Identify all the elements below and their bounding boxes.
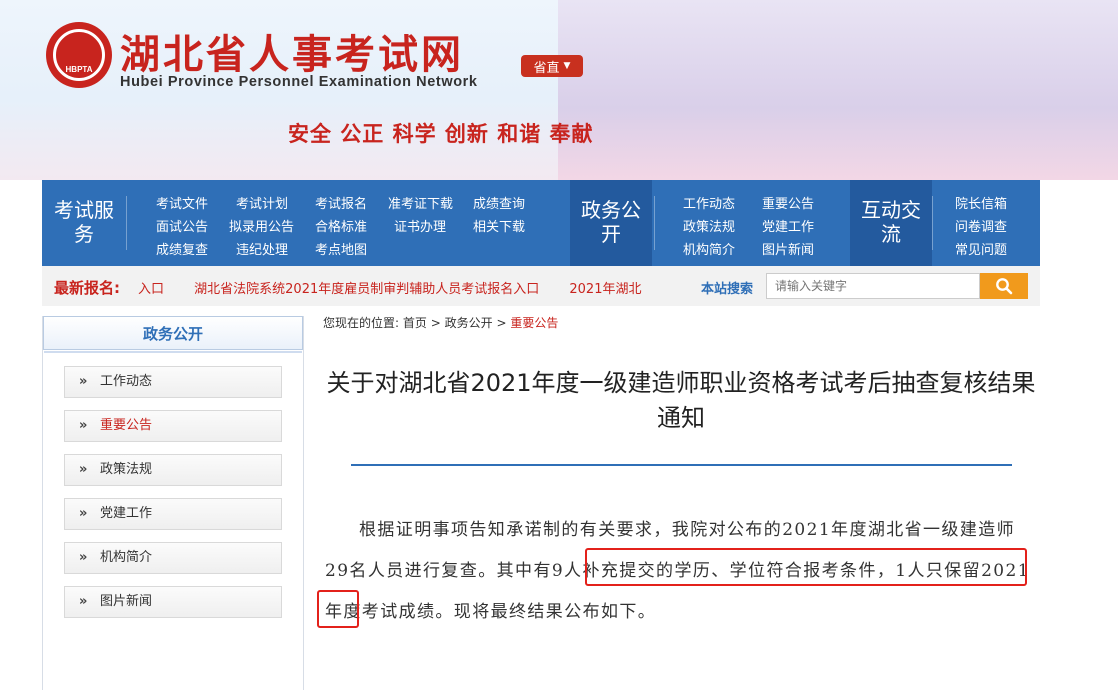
- nav-link[interactable]: 面试公告: [156, 216, 208, 235]
- nav-link[interactable]: 图片新闻: [762, 239, 814, 258]
- city-skyline-image: [558, 0, 1118, 180]
- nav-link[interactable]: 重要公告: [762, 193, 814, 212]
- sidebar-item-about[interactable]: » 机构简介: [64, 542, 282, 574]
- nav-link[interactable]: 考试报名: [315, 193, 367, 212]
- sidebar: 政务公开 » 工作动态 » 重要公告 » 政策法规 » 党建工作 » 机构简介 …: [42, 316, 304, 690]
- ticker-item[interactable]: 湖北省法院系统2021年度雇员制审判辅助人员考试报名入口: [194, 282, 539, 296]
- nav-link[interactable]: 相关下载: [473, 216, 525, 235]
- double-chevron-icon: »: [79, 462, 88, 477]
- nav-link[interactable]: 考试计划: [236, 193, 288, 212]
- nav-link[interactable]: 违纪处理: [236, 239, 288, 258]
- sidebar-item-work-news[interactable]: » 工作动态: [64, 366, 282, 398]
- sidebar-item-label: 图片新闻: [100, 594, 153, 609]
- nav-link[interactable]: 政策法规: [683, 216, 735, 235]
- sidebar-item-label: 党建工作: [100, 506, 153, 521]
- latest-registration-bar: 最新报名: 入口 湖北省法院系统2021年度雇员制审判辅助人员考试报名入口 20…: [42, 266, 1040, 306]
- nav-link[interactable]: 成绩查询: [473, 193, 525, 212]
- logo-text: HBPTA: [53, 29, 105, 81]
- site-logo-icon[interactable]: HBPTA: [46, 22, 112, 88]
- double-chevron-icon: »: [79, 506, 88, 521]
- sidebar-item-photo-news[interactable]: » 图片新闻: [64, 586, 282, 618]
- sidebar-item-label: 机构简介: [100, 550, 153, 565]
- double-chevron-icon: »: [79, 594, 88, 609]
- nav-link[interactable]: 证书办理: [394, 216, 446, 235]
- nav-link[interactable]: 拟录用公告: [229, 216, 294, 235]
- ticker-items: 入口 湖北省法院系统2021年度雇员制审判辅助人员考试报名入口 2021年湖北: [138, 278, 686, 296]
- nav-link[interactable]: 考点地图: [315, 239, 367, 258]
- nav-link[interactable]: 机构简介: [683, 239, 735, 258]
- highlight-box: [585, 548, 1027, 586]
- sidebar-item-party-work[interactable]: » 党建工作: [64, 498, 282, 530]
- caret-down-icon: ▼: [563, 61, 571, 71]
- highlight-box: [317, 590, 359, 628]
- nav-group-title-exam: 考试服务: [54, 198, 114, 246]
- breadcrumb-prefix: 您现在的位置:: [323, 316, 400, 330]
- nav-link[interactable]: 常见问题: [955, 239, 1007, 258]
- site-title[interactable]: 湖北省人事考试网: [120, 22, 464, 80]
- nav-link[interactable]: 考试文件: [156, 193, 208, 212]
- nav-link[interactable]: 准考证下载: [388, 193, 453, 212]
- header-banner: HBPTA 湖北省人事考试网 Hubei Province Personnel …: [0, 0, 1118, 180]
- ticker-item[interactable]: 2021年湖北: [569, 282, 641, 296]
- sidebar-item-label: 重要公告: [100, 418, 153, 433]
- double-chevron-icon: »: [79, 374, 88, 389]
- slogan: 安全 公正 科学 创新 和谐 奉献: [288, 122, 594, 146]
- sidebar-item-announcements[interactable]: » 重要公告: [64, 410, 282, 442]
- nav-group-title-gov: 政务公开: [581, 198, 641, 246]
- sidebar-item-policies[interactable]: » 政策法规: [64, 454, 282, 486]
- nav-link[interactable]: 合格标准: [315, 216, 367, 235]
- sidebar-item-label: 工作动态: [100, 374, 153, 389]
- breadcrumb-home[interactable]: 首页: [403, 316, 427, 330]
- nav-link[interactable]: 院长信箱: [955, 193, 1007, 212]
- site-subtitle: Hubei Province Personnel Examination Net…: [120, 74, 478, 90]
- nav-link[interactable]: 成绩复查: [156, 239, 208, 258]
- nav-link[interactable]: 工作动态: [683, 193, 735, 212]
- breadcrumb-section[interactable]: 政务公开: [445, 316, 493, 330]
- sidebar-title: 政务公开: [43, 316, 303, 353]
- search-label: 本站搜索: [701, 282, 754, 297]
- title-divider: [351, 464, 1012, 466]
- province-select-button[interactable]: 省直 ▼: [521, 55, 583, 77]
- ticker-label: 最新报名:: [54, 279, 120, 297]
- nav-link[interactable]: 问卷调查: [955, 216, 1007, 235]
- double-chevron-icon: »: [79, 550, 88, 565]
- breadcrumb: 您现在的位置: 首页 > 政务公开 > 重要公告: [323, 314, 558, 331]
- double-chevron-icon: »: [79, 418, 88, 433]
- search-icon: [996, 278, 1013, 295]
- sidebar-item-label: 政策法规: [100, 462, 153, 477]
- ticker-item[interactable]: 入口: [138, 282, 164, 296]
- search-button[interactable]: [980, 273, 1028, 299]
- article-title: 关于对湖北省2021年度一级建造师职业资格考试考后抽查复核结果通知: [326, 369, 1036, 432]
- search-input[interactable]: [766, 273, 980, 299]
- nav-group-title-interact: 互动交流: [861, 198, 921, 246]
- nav-link[interactable]: 党建工作: [762, 216, 814, 235]
- breadcrumb-sep: >: [496, 316, 507, 330]
- province-button-label: 省直: [533, 60, 560, 76]
- breadcrumb-sep: >: [430, 316, 441, 330]
- breadcrumb-current[interactable]: 重要公告: [510, 316, 558, 330]
- main-nav: 考试服务 考试文件 考试计划 考试报名 准考证下载 成绩查询 面试公告 拟录用公…: [42, 180, 1040, 266]
